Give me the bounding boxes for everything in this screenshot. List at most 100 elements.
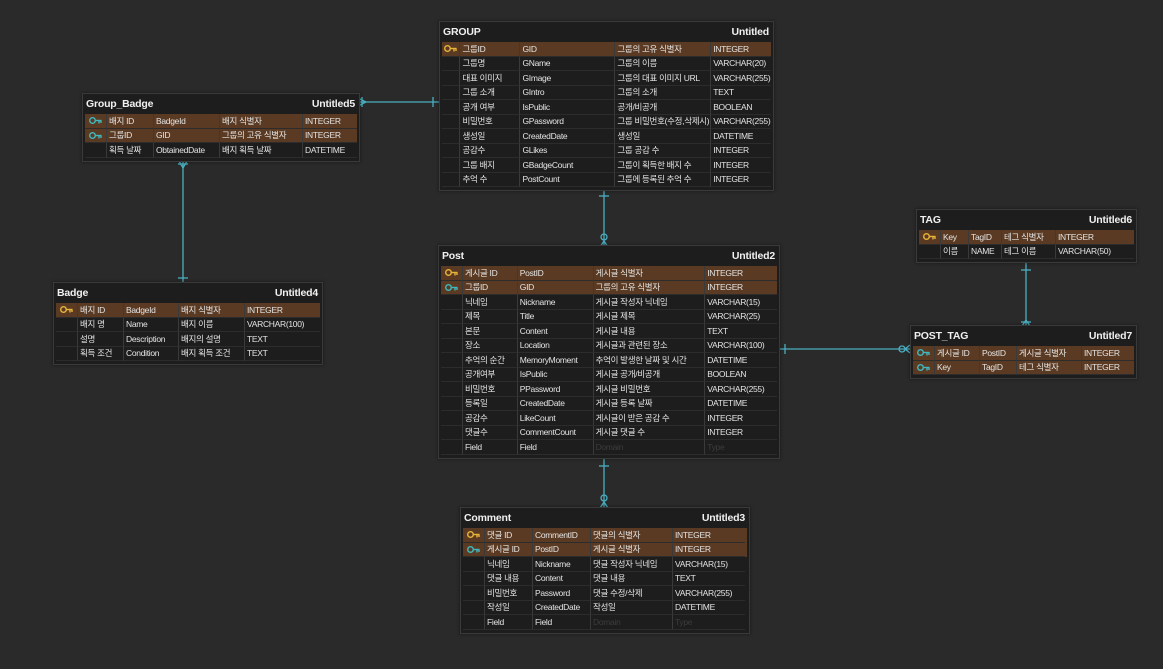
- cell-c1: 배지 명: [78, 317, 124, 332]
- table-row[interactable]: 작성일 CreatedDate 작성일 DATETIME: [463, 600, 747, 615]
- table-row[interactable]: 공감수 GLikes 그룹 공감 수 INTEGER: [442, 143, 771, 158]
- entity-comment[interactable]: Comment Untitled3 댓글 ID CommentID 댓글의 식별자 INT…: [460, 507, 750, 634]
- table-row[interactable]: 비밀번호 GPassword 그룹 비밀번호(수정,삭제시) VARCHAR(255): [442, 114, 771, 129]
- cell-c4: VARCHAR(50): [1056, 245, 1134, 259]
- table-row[interactable]: Field Field Domain Type: [441, 440, 777, 455]
- table-row[interactable]: 배지 명 Name 배지 이름 VARCHAR(100): [56, 317, 320, 332]
- entity-tag[interactable]: TAG Untitled6 Key TagID 테그 식별자 INTEGER 이름 NAME 테…: [916, 209, 1137, 263]
- cell-c4: VARCHAR(20): [711, 57, 771, 71]
- table-row[interactable]: 게시글 ID PostID 게시글 식별자 INTEGER: [463, 542, 747, 557]
- table-row[interactable]: 닉네임 Nickname 댓글 작성자 닉네임 VARCHAR(15): [463, 557, 747, 572]
- table-row[interactable]: 그룹 소개 GIntro 그룹의 소개 TEXT: [442, 85, 771, 100]
- cell-c1: 제목: [462, 309, 518, 324]
- table-row[interactable]: 그룹 배지 GBadgeCount 그룹이 획득한 배지 수 INTEGER: [442, 158, 771, 173]
- primary-key-icon: [463, 528, 485, 543]
- cell-c1: 공감수: [462, 411, 518, 426]
- table-row[interactable]: 그룹ID GID 그룹의 고유 식별자 INTEGER: [442, 42, 771, 57]
- table-row[interactable]: Field Field Domain Type: [463, 615, 747, 630]
- cell-c3: 댓글 내용: [591, 571, 673, 586]
- cell-c2: Field: [517, 440, 594, 455]
- row-marker: [442, 71, 461, 86]
- cell-c1: 비밀번호: [462, 382, 518, 397]
- table-row[interactable]: 게시글 ID PostID 게시글 식별자 INTEGER: [913, 346, 1134, 361]
- foreign-key-icon: [441, 280, 463, 295]
- cell-c3: 배지 이름: [179, 317, 245, 332]
- table-row[interactable]: 장소 Location 게시글과 관련된 장소 VARCHAR(100): [441, 338, 777, 353]
- entity-group-badge[interactable]: Group_Badge Untitled5 배지 ID BadgeId 배지 식별자 IN…: [82, 93, 360, 162]
- table-row[interactable]: 제목 Title 게시글 제목 VARCHAR(25): [441, 309, 777, 324]
- cell-c4: INTEGER: [705, 281, 777, 295]
- table-row[interactable]: 댓글 ID CommentID 댓글의 식별자 INTEGER: [463, 528, 747, 543]
- cell-c2: GPassword: [520, 114, 616, 129]
- entity-header[interactable]: Comment Untitled3: [461, 508, 749, 528]
- table-row[interactable]: 닉네임 Nickname 게시글 작성자 닉네임 VARCHAR(15): [441, 295, 777, 310]
- table-row[interactable]: Key TagID 테그 식별자 INTEGER: [913, 360, 1134, 375]
- cell-c1: 등록일: [462, 396, 518, 411]
- entity-post-tag[interactable]: POST_TAG Untitled7 게시글 ID PostID 게시글 식별자 INTE…: [910, 325, 1137, 379]
- cell-c1: 본문: [462, 324, 518, 339]
- table-row[interactable]: 댓글수 CommentCount 게시글 댓글 수 INTEGER: [441, 425, 777, 440]
- table-row[interactable]: 댓글 내용 Content 댓글 내용 TEXT: [463, 571, 747, 586]
- cell-c2: PostCount: [520, 172, 616, 187]
- cell-c4: DATETIME: [705, 353, 777, 368]
- table-row[interactable]: 비밀번호 Password 댓글 수정/삭제 VARCHAR(255): [463, 586, 747, 601]
- cell-c2: Nickname: [517, 295, 594, 310]
- table-row[interactable]: 공개 여부 IsPublic 공개/비공개 BOOLEAN: [442, 100, 771, 115]
- entity-group[interactable]: GROUP Untitled 그룹ID GID 그룹의 고유 식별자 INTEGER 그룹명…: [439, 21, 774, 191]
- cell-c3: 게시글 등록 날짜: [593, 396, 706, 411]
- cell-c2: PostID: [533, 542, 591, 557]
- cell-c3: 댓글 작성자 닉네임: [591, 557, 673, 572]
- table-row[interactable]: 등록일 CreatedDate 게시글 등록 날짜 DATETIME: [441, 396, 777, 411]
- table-row[interactable]: 획득 조건 Condition 배지 획득 조건 TEXT: [56, 346, 320, 361]
- cell-c2: GID: [517, 280, 594, 295]
- cell-c2: PostID: [980, 346, 1017, 361]
- entity-header[interactable]: POST_TAG Untitled7: [911, 326, 1136, 346]
- cell-c2: BadgeId: [154, 114, 220, 129]
- cell-c2: CreatedDate: [533, 600, 591, 615]
- cell-c2: PostID: [517, 266, 594, 281]
- table-row[interactable]: 배지 ID BadgeId 배지 식별자 INTEGER: [85, 114, 357, 129]
- cell-c4: VARCHAR(255): [711, 71, 771, 86]
- table-row[interactable]: 공개여부 IsPublic 게시글 공개/비공개 BOOLEAN: [441, 367, 777, 382]
- primary-key-icon: [442, 42, 461, 57]
- table-row[interactable]: 그룹ID GID 그룹의 고유 식별자 INTEGER: [441, 280, 777, 295]
- row-marker: [463, 557, 485, 572]
- entity-header[interactable]: TAG Untitled6: [917, 210, 1136, 230]
- table-row[interactable]: 본문 Content 게시글 내용 TEXT: [441, 324, 777, 339]
- row-marker: [441, 338, 463, 353]
- cell-c4: INTEGER: [673, 543, 745, 557]
- table-row[interactable]: 비밀번호 PPassword 게시글 비밀번호 VARCHAR(255): [441, 382, 777, 397]
- table-row[interactable]: 공감수 LikeCount 게시글이 받은 공감 수 INTEGER: [441, 411, 777, 426]
- table-row[interactable]: 설명 Description 배지의 설명 TEXT: [56, 332, 320, 347]
- table-row[interactable]: 추억의 순간 MemoryMoment 추억이 발생한 날짜 및 시간 DATETIM…: [441, 353, 777, 368]
- cell-c3: 그룹 비밀번호(수정,삭제시): [615, 114, 712, 129]
- row-marker: [441, 396, 463, 411]
- entity-badge[interactable]: Badge Untitled4 배지 ID BadgeId 배지 식별자 INTEGER 배…: [53, 282, 323, 365]
- table-row[interactable]: 그룹ID GID 그룹의 고유 식별자 INTEGER: [85, 128, 357, 143]
- row-marker: [442, 56, 461, 71]
- entity-header[interactable]: GROUP Untitled: [440, 22, 773, 42]
- entity-post[interactable]: Post Untitled2 게시글 ID PostID 게시글 식별자 INTEGER 그…: [438, 245, 780, 459]
- table-row[interactable]: 배지 ID BadgeId 배지 식별자 INTEGER: [56, 303, 320, 318]
- entity-header[interactable]: Badge Untitled4: [54, 283, 322, 303]
- table-row[interactable]: Key TagID 테그 식별자 INTEGER: [919, 230, 1134, 245]
- cell-c4: INTEGER: [705, 266, 777, 281]
- entity-columns: 배지 ID BadgeId 배지 식별자 INTEGER 그룹ID GID 그룹의 고유 식…: [83, 114, 359, 161]
- cell-c3: 그룹의 고유 식별자: [220, 128, 303, 143]
- table-row[interactable]: 대표 이미지 GImage 그룹의 대표 이미지 URL VARCHAR(255): [442, 71, 771, 86]
- table-row[interactable]: 추억 수 PostCount 그룹에 등록된 추억 수 INTEGER: [442, 172, 771, 187]
- table-row[interactable]: 생성일 CreatedDate 생성일 DATETIME: [442, 129, 771, 144]
- cell-c1: 게시글 ID: [935, 346, 980, 361]
- cell-c4: INTEGER: [245, 303, 320, 318]
- cell-c2: Name: [124, 317, 179, 332]
- table-row[interactable]: 그룹명 GName 그룹의 이름 VARCHAR(20): [442, 56, 771, 71]
- table-row[interactable]: 획득 날짜 ObtainedDate 배지 획득 날짜 DATETIME: [85, 143, 357, 158]
- cell-c2: PPassword: [517, 382, 594, 397]
- table-row[interactable]: 이름 NAME 테그 이름 VARCHAR(50): [919, 244, 1134, 259]
- entity-header[interactable]: Group_Badge Untitled5: [83, 94, 359, 114]
- table-row[interactable]: 게시글 ID PostID 게시글 식별자 INTEGER: [441, 266, 777, 281]
- entity-table: Untitled5: [311, 98, 355, 110]
- row-marker: [441, 309, 463, 324]
- cell-c2: GID: [520, 42, 616, 57]
- entity-header[interactable]: Post Untitled2: [439, 246, 779, 266]
